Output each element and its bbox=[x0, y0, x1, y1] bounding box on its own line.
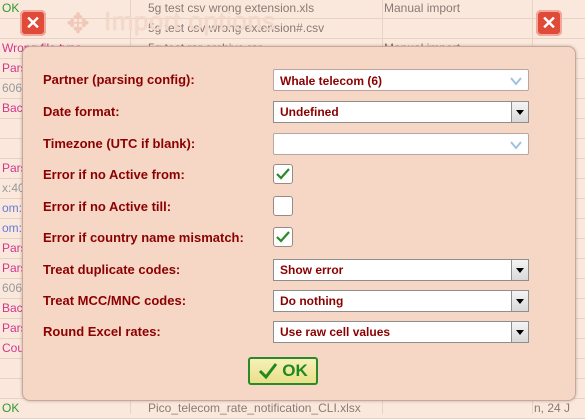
error-country-mismatch-row: Error if country name mismatch: bbox=[43, 227, 563, 251]
date-format-select[interactable]: Undefined bbox=[273, 101, 529, 123]
table-cell: OK bbox=[2, 401, 20, 415]
round-excel-label: Round Excel rates: bbox=[43, 324, 161, 339]
date-format-row: Date format: Undefined bbox=[43, 101, 563, 125]
mcc-mnc-row: Treat MCC/MNC codes: Do nothing bbox=[43, 290, 563, 314]
chevron-down-icon[interactable] bbox=[509, 138, 523, 152]
import-options-dialog: Partner (parsing config): Whale telecom … bbox=[22, 46, 576, 401]
check-icon bbox=[276, 168, 290, 180]
ok-label: OK bbox=[282, 361, 308, 380]
dropdown-arrow-icon[interactable] bbox=[511, 102, 528, 122]
mcc-mnc-select[interactable]: Do nothing bbox=[273, 290, 529, 312]
round-excel-row: Round Excel rates: Use raw cell values bbox=[43, 321, 563, 345]
duplicate-codes-select[interactable]: Show error bbox=[273, 259, 529, 281]
dropdown-arrow-icon[interactable] bbox=[511, 291, 528, 311]
error-no-active-till-label: Error if no Active till: bbox=[43, 199, 172, 214]
duplicate-codes-label: Treat duplicate codes: bbox=[43, 262, 181, 277]
timezone-row: Timezone (UTC if blank): bbox=[43, 133, 563, 157]
dialog-title: Import options bbox=[104, 6, 276, 36]
table-row: OK Pico_telecom_rate_notification_CLI.xls… bbox=[0, 398, 585, 419]
check-icon bbox=[276, 231, 290, 243]
timezone-combobox[interactable] bbox=[273, 133, 529, 155]
partner-label: Partner (parsing config): bbox=[43, 72, 195, 87]
round-excel-value: Use raw cell values bbox=[280, 325, 391, 339]
round-excel-select[interactable]: Use raw cell values bbox=[273, 321, 529, 343]
partner-row: Partner (parsing config): Whale telecom … bbox=[43, 69, 563, 93]
check-icon bbox=[259, 363, 278, 380]
error-country-mismatch-checkbox[interactable] bbox=[273, 227, 293, 247]
mcc-mnc-label: Treat MCC/MNC codes: bbox=[43, 293, 187, 308]
partner-value: Whale telecom (6) bbox=[280, 74, 383, 88]
dialog-title-bar: ✕ ✥ Import options ✕ bbox=[0, 0, 585, 46]
ok-button[interactable]: OK bbox=[248, 357, 318, 385]
table-cell: n, 24 J bbox=[534, 401, 571, 415]
mcc-mnc-value: Do nothing bbox=[280, 294, 344, 308]
close-icon[interactable]: ✕ bbox=[536, 10, 562, 36]
dropdown-arrow-icon[interactable] bbox=[511, 322, 528, 342]
dropdown-arrow-icon[interactable] bbox=[511, 260, 528, 280]
error-country-mismatch-label: Error if country name mismatch: bbox=[43, 230, 244, 245]
timezone-label: Timezone (UTC if blank): bbox=[43, 136, 196, 151]
error-no-active-from-label: Error if no Active from: bbox=[43, 167, 185, 182]
chevron-down-icon[interactable] bbox=[509, 74, 523, 88]
error-no-active-from-row: Error if no Active from: bbox=[43, 164, 563, 188]
partner-combobox[interactable]: Whale telecom (6) bbox=[273, 69, 529, 91]
error-no-active-from-checkbox[interactable] bbox=[273, 164, 293, 184]
move-icon[interactable]: ✥ bbox=[63, 9, 93, 39]
duplicate-codes-value: Show error bbox=[280, 263, 344, 277]
duplicate-codes-row: Treat duplicate codes: Show error bbox=[43, 259, 563, 283]
date-format-value: Undefined bbox=[280, 105, 339, 119]
error-no-active-till-checkbox[interactable] bbox=[273, 196, 293, 216]
close-icon[interactable]: ✕ bbox=[20, 10, 46, 36]
table-cell: Pico_telecom_rate_notification_CLI.xlsx bbox=[148, 401, 361, 415]
date-format-label: Date format: bbox=[43, 104, 120, 119]
error-no-active-till-row: Error if no Active till: bbox=[43, 196, 563, 220]
